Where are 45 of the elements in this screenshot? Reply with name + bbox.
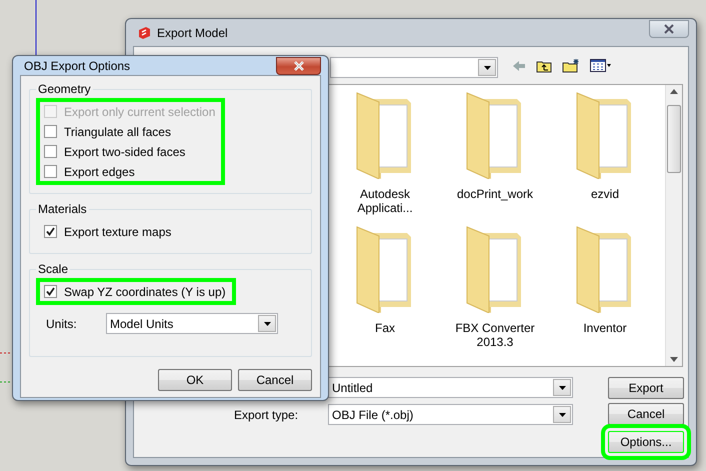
scrollbar[interactable] (665, 85, 682, 366)
close-icon (292, 61, 304, 71)
checkbox[interactable] (44, 285, 57, 298)
folder-item[interactable]: Autodesk Applicati... (332, 91, 438, 215)
folder-item[interactable]: Inventor (552, 225, 658, 349)
axis-line (0, 352, 12, 354)
checkbox[interactable] (44, 125, 57, 138)
checkbox[interactable] (44, 165, 57, 178)
dialog-button[interactable]: Cancel (238, 369, 312, 391)
dialog-button[interactable]: OK (158, 369, 232, 391)
checkbox-label: Triangulate all faces (64, 124, 171, 138)
new-folder-icon[interactable] (562, 58, 580, 73)
dialog-button[interactable]: Cancel (608, 403, 684, 425)
scroll-down-arrow-icon[interactable] (670, 357, 678, 362)
units-dropdown[interactable]: Model Units (106, 313, 278, 334)
checkbox-label: Export edges (64, 164, 135, 178)
folder-item[interactable]: FBX Converter 2013.3 (442, 225, 548, 349)
units-label: Units: (46, 316, 78, 330)
checkbox-label: Export two-sided faces (64, 144, 186, 158)
folder-item[interactable]: docPrint_work (442, 91, 548, 215)
export-type-label: Export type: (234, 408, 300, 422)
axis-line (0, 381, 12, 383)
scroll-thumb[interactable] (667, 105, 681, 173)
close-icon (663, 24, 675, 34)
checkbox[interactable] (44, 225, 57, 238)
close-button[interactable] (649, 20, 689, 38)
up-folder-icon[interactable] (536, 58, 552, 72)
folder-item[interactable]: ezvid (552, 91, 658, 215)
checkbox-label: Export texture maps (64, 224, 172, 238)
file-name-dropdown[interactable]: Untitled (328, 377, 573, 398)
group-title: Scale (37, 262, 70, 276)
checkbox-label: Export only current selection (64, 104, 216, 118)
app-logo-icon (137, 26, 151, 40)
dialog-button[interactable]: Export (608, 377, 684, 399)
checkbox-label: Swap YZ coordinates (Y is up) (64, 284, 226, 298)
checkbox[interactable] (44, 145, 57, 158)
group-title: Geometry (37, 82, 92, 96)
scroll-up-arrow-icon[interactable] (670, 89, 678, 94)
folder-item[interactable]: Fax (332, 225, 438, 349)
export-type-dropdown[interactable]: OBJ File (*.obj) (328, 404, 573, 425)
close-button[interactable] (276, 57, 321, 75)
group-title: Materials (37, 202, 88, 216)
window-title: Export Model (157, 26, 228, 40)
window-title: OBJ Export Options (24, 58, 130, 72)
view-menu-icon[interactable] (590, 59, 612, 72)
